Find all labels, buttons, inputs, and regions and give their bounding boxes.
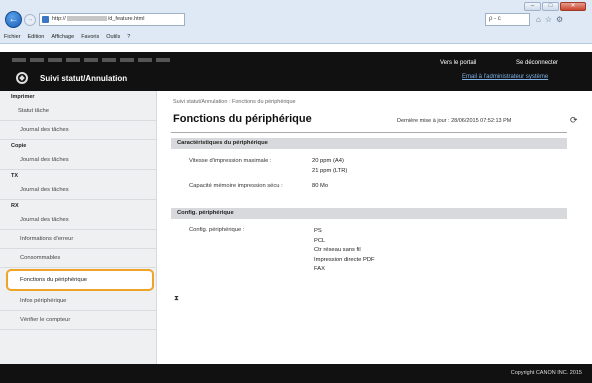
memory-value: 80 Mo (312, 183, 329, 189)
speed-value-a4: 20 ppm (A4) (312, 158, 344, 164)
app-title: Suivi statut/Annulation (40, 74, 128, 83)
sidebar-section-copie: Copie (11, 143, 27, 149)
memory-label: Capacité mémoire impression sécu : (189, 183, 283, 189)
search-box[interactable]: ρ - c (485, 13, 530, 26)
sidebar-item-infos-peripherique[interactable]: Infos périphérique (0, 292, 156, 311)
browser-chrome: – □ ✕ ← → http:// /d_feature.html ρ - c ⌂… (0, 0, 592, 44)
favicon-icon (42, 16, 49, 23)
main-content: Suivi statut/Annulation : Fonctions du p… (157, 91, 592, 364)
sidebar-item-journal-copie[interactable]: Journal des tâches (0, 151, 156, 170)
favorites-star-icon[interactable]: ☆ (545, 15, 552, 24)
feature-fax: FAX (314, 266, 325, 272)
footer: Copyright CANON INC. 2015 (0, 364, 592, 383)
menu-fichier[interactable]: Fichier (4, 34, 21, 40)
close-button[interactable]: ✕ (560, 2, 586, 11)
address-bar[interactable]: http:// /d_feature.html (39, 13, 185, 26)
forward-arrow-icon[interactable]: → (24, 14, 36, 26)
sidebar-section-rx: RX (11, 203, 19, 209)
minimize-button[interactable]: – (524, 2, 541, 11)
feature-direct-pdf: Impression directe PDF (314, 256, 375, 263)
refresh-icon[interactable]: ⟳ (570, 115, 578, 126)
feature-list: PS PCL Ctr réseau sans fil Impression di… (314, 227, 375, 275)
sidebar-section-imprimer: Imprimer (11, 94, 35, 100)
config-label: Config. périphérique : (189, 227, 245, 233)
breadcrumb: Suivi statut/Annulation : Fonctions du p… (173, 99, 296, 105)
speed-value-ltr: 21 ppm (LTR) (312, 168, 348, 174)
app-logo-icon (16, 72, 28, 84)
sidebar-section-tx: TX (11, 173, 19, 179)
sidebar-item-journal-impression[interactable]: Journal des tâches (0, 121, 156, 140)
section-config: Config. périphérique (171, 208, 567, 219)
settings-gear-icon[interactable]: ⚙ (556, 15, 563, 24)
menu-outils[interactable]: Outils (106, 34, 120, 40)
sidebar-item-fonctions-peripherique[interactable]: Fonctions du périphérique (6, 269, 154, 291)
menu-bar: Fichier Edition Affichage Favoris Outils… (0, 30, 592, 44)
toolbar-icons: ⌂ ☆ ⚙ (536, 15, 563, 24)
address-suffix: /d_feature.html (107, 16, 145, 22)
menu-favoris[interactable]: Favoris (81, 34, 99, 40)
navigation-bar: ← → http:// /d_feature.html ρ - c ⌂ ☆ ⚙ (5, 11, 586, 29)
window-controls: – □ ✕ (524, 2, 586, 11)
back-arrow-icon[interactable]: ← (5, 11, 22, 28)
address-prefix: http:// (52, 16, 66, 22)
maximize-button[interactable]: □ (542, 2, 559, 11)
logout-link[interactable]: Se déconnecter (516, 60, 558, 66)
copyright: Copyright CANON INC. 2015 (510, 370, 582, 376)
last-update-timestamp: Dernière mise à jour : 28/06/2015 07:52:… (397, 118, 512, 124)
title-divider (171, 132, 567, 133)
app-header: Suivi statut/Annulation Vers le portail … (0, 52, 592, 91)
redacted-device-info (12, 58, 172, 62)
sidebar: Imprimer Statut tâche Journal des tâches… (0, 91, 157, 364)
menu-edition[interactable]: Edition (28, 34, 45, 40)
portal-link[interactable]: Vers le portail (440, 60, 476, 66)
feature-ps: PS (314, 228, 322, 234)
address-redacted (66, 16, 107, 22)
menu-affichage[interactable]: Affichage (51, 34, 74, 40)
menu-help[interactable]: ? (127, 34, 130, 40)
speed-label: Vitesse d'impression maximale : (189, 158, 272, 164)
sidebar-item-consommables[interactable]: Consommables (0, 249, 156, 268)
admin-email-link[interactable]: Email à l'administrateur système (462, 74, 548, 80)
sidebar-item-informations-erreur[interactable]: Informations d'erreur (0, 230, 156, 249)
feature-wireless-lan: Ctr réseau sans fil (314, 247, 361, 253)
section-caracteristiques: Caractéristiques du périphérique (171, 138, 567, 149)
feature-pcl: PCL (314, 237, 326, 244)
sidebar-item-verifier-compteur[interactable]: Vérifier le compteur (0, 311, 156, 330)
back-to-top-icon[interactable]: ⧗ (174, 295, 179, 303)
page-title: Fonctions du périphérique (173, 113, 312, 125)
home-icon[interactable]: ⌂ (536, 15, 541, 24)
sidebar-item-statut-tache[interactable]: Statut tâche (0, 102, 156, 121)
sidebar-item-journal-tx[interactable]: Journal des tâches (0, 181, 156, 200)
sidebar-item-journal-rx[interactable]: Journal des tâches (0, 211, 156, 230)
